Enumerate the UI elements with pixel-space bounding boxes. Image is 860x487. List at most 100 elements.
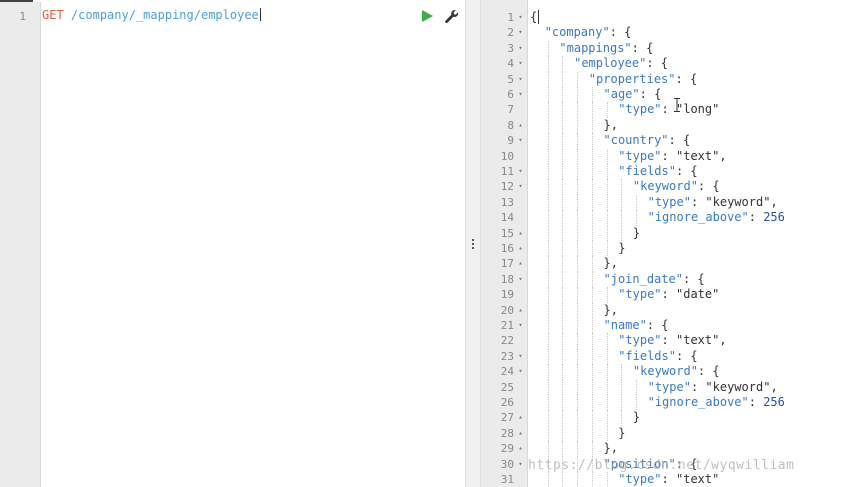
indent-guide <box>577 302 579 318</box>
code-line: 6 ▾ "age": { <box>481 87 860 103</box>
fold-arrow-icon[interactable]: ▾ <box>516 72 525 87</box>
code-token: "keyword" <box>632 179 698 194</box>
indent-guide <box>591 333 593 349</box>
pane-splitter[interactable] <box>465 0 481 487</box>
indent-guide <box>606 364 608 380</box>
code-token: , <box>770 194 778 209</box>
line-number: 8 <box>507 118 514 132</box>
code-text: "company": { <box>545 25 632 40</box>
code-line: 19 "type": "date" <box>481 287 860 303</box>
indent-guide <box>547 302 549 318</box>
code-token: "join_date" <box>603 271 683 286</box>
indent-guide <box>606 194 608 211</box>
indent-guide <box>562 302 564 318</box>
code-text: { <box>530 10 537 25</box>
indent-guide <box>606 241 608 257</box>
fold-arrow-icon[interactable]: ▾ <box>516 164 525 179</box>
code-line: 9 ▾ "country": { <box>481 133 860 149</box>
fold-arrow-icon[interactable]: ▾ <box>516 133 525 148</box>
indent-guide <box>577 472 579 487</box>
line-number: 6 <box>507 88 514 101</box>
indent-guide <box>591 441 593 457</box>
line-number: 25 <box>500 380 514 394</box>
unfold-arrow-icon[interactable]: ▴ <box>516 256 525 271</box>
response-viewer[interactable]: 1 ▾{2 ▾ "company": {3 ▾ "mappings": {4 ▾ "emplo… <box>481 0 860 487</box>
code-text: "type": "text" <box>618 472 719 487</box>
indent-guide <box>591 225 593 241</box>
line-number: 29 <box>500 442 514 456</box>
indent-guide <box>547 102 549 118</box>
code-line: 13 "type": "keyword", <box>481 194 860 211</box>
code-token: : <box>661 148 676 163</box>
indent-guide <box>562 102 564 118</box>
code-token: : { <box>682 271 705 286</box>
indent-guide <box>547 164 549 180</box>
play-icon[interactable] <box>422 10 433 22</box>
indent-guide <box>547 333 549 349</box>
indent-guide <box>547 395 549 411</box>
code-token: , <box>770 379 778 394</box>
fold-arrow-icon[interactable]: ▾ <box>516 318 525 333</box>
code-token: , <box>719 148 727 163</box>
indent-guide <box>547 179 549 195</box>
code-token: "name" <box>603 318 647 332</box>
line-number: 5 <box>507 72 514 86</box>
fold-arrow-icon[interactable]: ▾ <box>516 272 525 287</box>
indent-guide <box>577 241 579 257</box>
code-token: "keyword" <box>705 194 771 209</box>
indent-guide <box>547 472 549 487</box>
fold-arrow-icon[interactable]: ▾ <box>516 179 525 194</box>
code-token: "ignore_above" <box>647 210 749 225</box>
indent-guide <box>577 441 579 457</box>
code-token: "type" <box>618 148 662 163</box>
line-number: 19 <box>500 288 514 302</box>
code-token: "keyword" <box>632 364 698 379</box>
request-line[interactable]: GET /company/_mapping/employee <box>42 8 261 22</box>
line-number: 15 <box>500 226 514 240</box>
fold-arrow-icon[interactable]: ▾ <box>516 41 525 56</box>
indent-guide <box>547 379 549 395</box>
request-editor[interactable]: 1 GET /company/_mapping/employee <box>0 0 465 487</box>
indent-guide <box>606 148 608 164</box>
fold-arrow-icon[interactable]: ▾ <box>516 364 525 379</box>
code-line: 28 ▴} <box>481 425 860 442</box>
code-token: }, <box>603 256 618 271</box>
code-line: 15 ▴} <box>481 225 860 241</box>
indent-guide <box>577 148 579 164</box>
watermark: https://blog.csdn.net/wyqwilliam <box>528 458 795 473</box>
indent-guide <box>577 425 579 442</box>
indent-guide <box>547 410 549 426</box>
unfold-arrow-icon[interactable]: ▴ <box>516 303 525 318</box>
drag-handle-icon[interactable] <box>472 239 474 251</box>
code-line: 16 ▴} <box>481 241 860 257</box>
indent-guide <box>562 441 564 457</box>
indent-guide <box>562 379 564 395</box>
unfold-arrow-icon[interactable]: ▴ <box>516 226 525 241</box>
indent-guide <box>577 379 579 395</box>
code-token: } <box>632 225 641 240</box>
line-number: 30 <box>500 457 514 471</box>
fold-arrow-icon[interactable]: ▾ <box>516 10 525 25</box>
wrench-icon[interactable] <box>444 9 460 25</box>
fold-arrow-icon[interactable]: ▾ <box>516 56 525 71</box>
line-number: 13 <box>500 195 514 209</box>
indent-guide <box>621 210 623 226</box>
unfold-arrow-icon[interactable]: ▴ <box>516 118 525 133</box>
indent-guide <box>562 87 564 103</box>
unfold-arrow-icon[interactable]: ▴ <box>516 241 525 256</box>
indent-guide <box>577 364 579 380</box>
fold-arrow-icon[interactable]: ▾ <box>516 25 525 40</box>
fold-arrow-icon[interactable]: ▾ <box>516 87 525 102</box>
code-line: 18 ▾ "join_date": { <box>481 271 860 288</box>
code-token: "ignore_above" <box>647 395 749 409</box>
line-number: 22 <box>500 334 514 348</box>
fold-arrow-icon[interactable]: ▾ <box>516 349 525 364</box>
unfold-arrow-icon[interactable]: ▴ <box>516 410 525 425</box>
indent-guide <box>547 225 549 241</box>
code-token: "properties" <box>588 71 676 86</box>
fold-arrow-icon[interactable]: ▾ <box>516 457 525 472</box>
unfold-arrow-icon[interactable]: ▴ <box>516 441 525 456</box>
unfold-arrow-icon[interactable]: ▴ <box>516 426 525 441</box>
indent-guide <box>591 425 593 442</box>
code-line: 5 ▾ "properties": { <box>481 71 860 87</box>
